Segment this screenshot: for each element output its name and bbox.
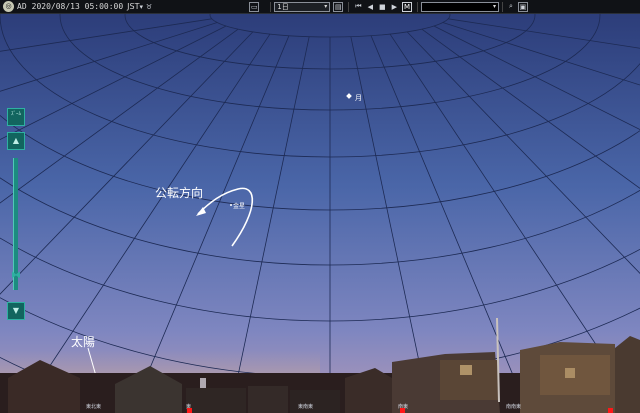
triangle-down-icon: ▼ (12, 306, 20, 315)
divider (270, 1, 272, 12)
calendar-icon[interactable]: ▤ (333, 1, 344, 12)
first-frame-button[interactable]: ⏮ (355, 2, 361, 11)
play-forward-button[interactable]: ▶ (392, 3, 397, 11)
search-icon[interactable]: ⌕ (509, 2, 513, 11)
datetime-field[interactable]: 2020/08/13 05:00:00 (32, 2, 124, 11)
direction-label: 東南東 (298, 404, 314, 410)
settings-icon[interactable]: ♉ (146, 3, 152, 11)
sky-view[interactable] (0, 0, 640, 413)
zoom-panel-toggle[interactable]: ｽﾞｰﾑ (7, 108, 25, 126)
divider (502, 1, 503, 12)
compass-marker (187, 408, 192, 413)
venus-icon (230, 204, 232, 206)
moon-label: 月 (355, 94, 362, 102)
zoom-out-button[interactable]: ▼ (7, 302, 25, 320)
play-back-button[interactable]: ◀ (368, 3, 373, 11)
compass-marker (608, 408, 613, 413)
timezone-select[interactable]: JST (127, 2, 139, 11)
era-label: AD (17, 2, 27, 11)
zoom-in-button[interactable]: ▲ (7, 132, 25, 150)
object-select[interactable]: ▾ (421, 1, 499, 12)
mode-button[interactable]: M (402, 1, 412, 12)
triangle-up-icon: ▲ (12, 136, 20, 145)
venus-label: 金星 (233, 203, 246, 210)
sun-label: 太陽 (71, 335, 96, 349)
divider (348, 1, 350, 12)
stop-button[interactable]: ■ (379, 3, 386, 11)
direction-label: 南南東 (506, 404, 522, 410)
orbit-direction-label: 公転方向 (155, 186, 204, 200)
timezone-dropdown-icon[interactable]: ▾ (139, 3, 143, 11)
folder-icon[interactable]: ▭ (249, 1, 260, 12)
direction-label: 東北東 (86, 404, 102, 410)
step-select[interactable]: 1日 ▾ (274, 1, 331, 12)
top-toolbar: ◎ AD 2020/08/13 05:00:00 JST ▾ ♉ ▭ 1日 ▾ ▤… (0, 0, 640, 14)
zoom-slider-handle[interactable]: ⧓ (5, 270, 27, 282)
app-logo-icon[interactable]: ◎ (3, 1, 14, 12)
divider (417, 1, 418, 12)
window-icon[interactable]: ▣ (517, 1, 528, 12)
compass-marker (400, 408, 405, 413)
